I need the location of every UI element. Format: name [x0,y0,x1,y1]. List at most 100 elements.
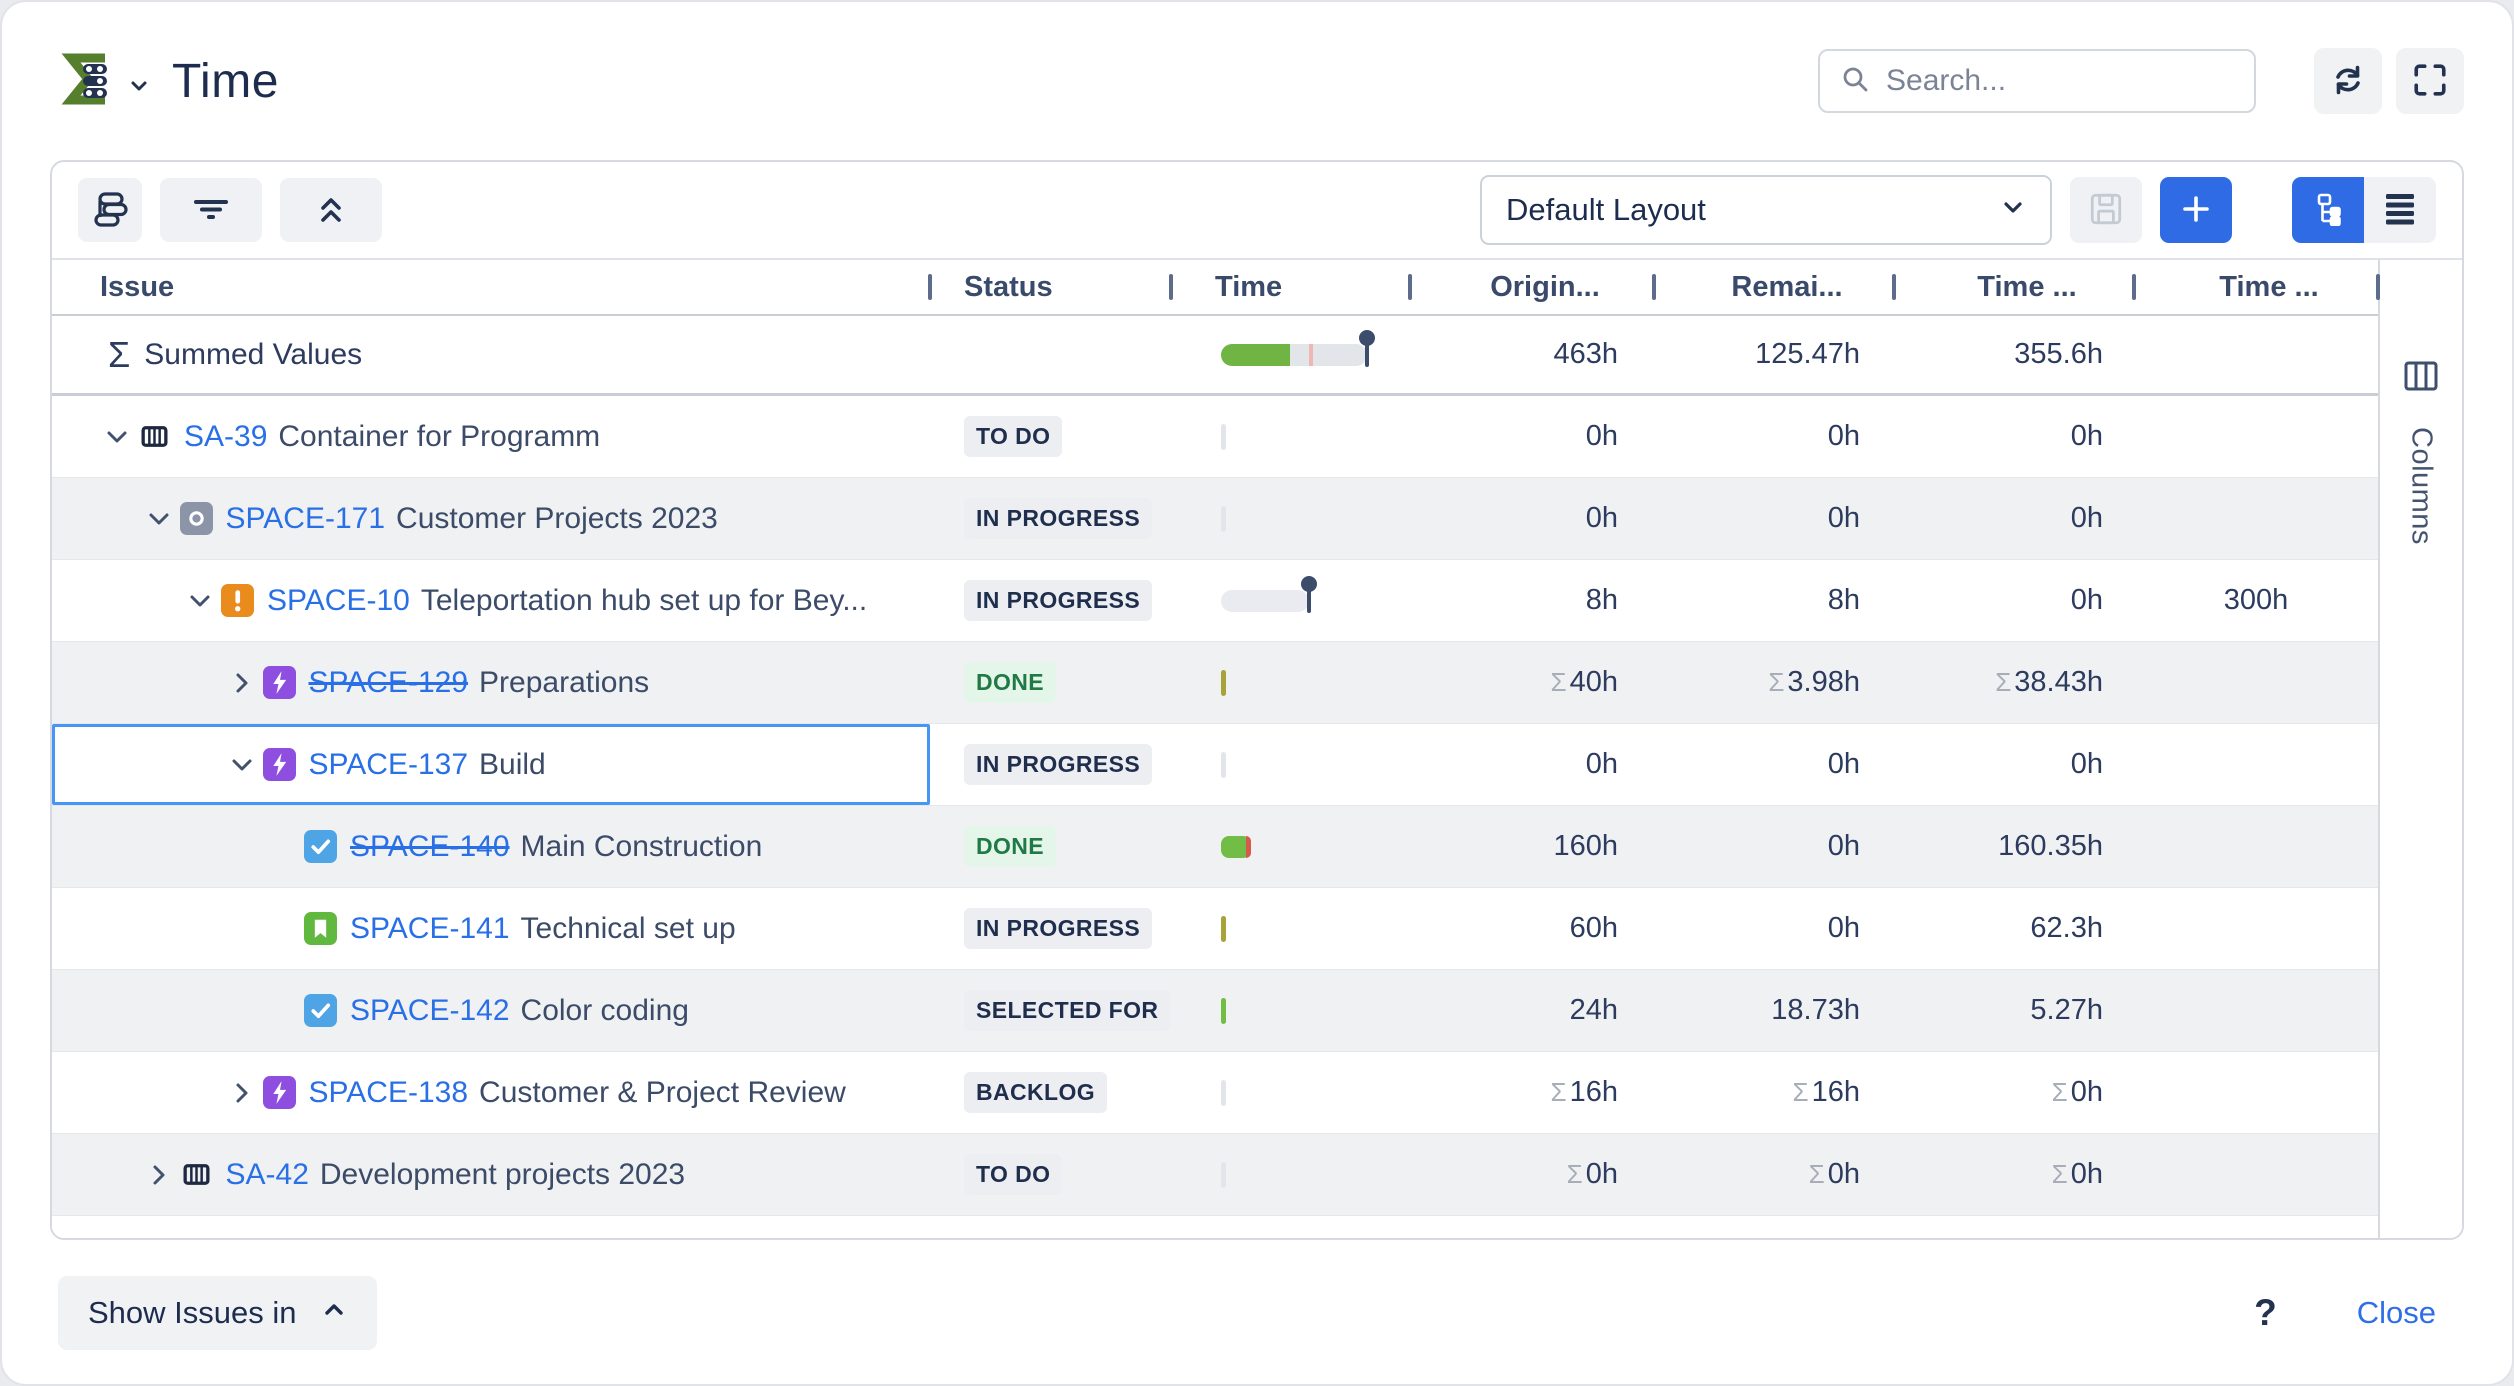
issue-summary: Container for Programm [278,420,600,454]
filter-button[interactable] [160,178,262,242]
issue-summary: Technical set up [521,912,736,946]
issue-row-space-10[interactable]: SPACE-10 Teleportation hub set up for Bey… [52,560,2378,642]
column-header-remaining-estimate: Remai... [1731,271,1842,304]
issue-row-space-140[interactable]: SPACE-140Main ConstructionDONE160h0h160.… [52,806,2378,888]
column-resize-handle[interactable] [2376,274,2380,300]
issue-key-link[interactable]: SPACE-138 [309,1076,469,1110]
time-extra-value [2134,642,2378,723]
issue-summary: Build [479,748,546,782]
filter-icon [191,189,231,232]
empty-strip [52,1216,2378,1238]
brand[interactable]: Time [58,49,279,114]
issue-key-link[interactable]: SPACE-141 [350,912,510,946]
issue-key-link[interactable]: SPACE-137 [309,748,469,782]
column-header-time: Time [1215,271,1282,304]
search-input[interactable] [1886,64,2234,98]
status-badge: IN PROGRESS [964,580,1152,621]
issue-cell: SPACE-171Customer Projects 2023 [52,478,930,559]
show-issues-in-button[interactable]: Show Issues in [58,1276,377,1350]
issue-row-space-138[interactable]: SPACE-138Customer & Project ReviewBACKLO… [52,1052,2378,1134]
issue-key-link[interactable]: SPACE-129 [309,666,469,700]
time-extra-value [2134,970,2378,1051]
column-header-issue: Issue [100,271,174,304]
chevron-down-icon[interactable] [229,752,263,778]
columns-panel-toggle[interactable]: Columns [2378,260,2462,1238]
issue-summary: Teleportation hub set up for Bey... [421,584,867,618]
search-box[interactable] [1818,49,2256,113]
remaining-estimate-value: 0h [1654,806,1894,887]
time-bar-cell [1171,560,1410,641]
issue-cell: SPACE-138Customer & Project Review [52,1052,930,1133]
issue-key-link[interactable]: SPACE-142 [350,994,510,1028]
sum-sigma-prefix: Σ [1551,1077,1567,1108]
chevron-right-icon[interactable] [146,1162,180,1188]
issue-row-space-142[interactable]: SPACE-142Color codingSELECTED FOR24h18.7… [52,970,2378,1052]
add-item-button[interactable] [2160,177,2232,243]
original-estimate-value: 0h [1410,478,1654,559]
issue-cell: SA-39 Container for Programm [52,396,930,477]
logo-chevron-down-icon[interactable] [128,75,150,102]
time-extra-value [2134,1052,2378,1133]
time-spent-value: 0h [1894,724,2134,805]
chevron-down-icon[interactable] [146,506,180,532]
original-estimate-value: 60h [1410,888,1654,969]
remaining-estimate-value: 0h [1654,478,1894,559]
issue-cell: SPACE-10 Teleportation hub set up for Bey… [52,560,930,641]
column-header-original-estimate: Origin... [1490,271,1600,304]
issue-key-link[interactable]: SPACE-140 [350,830,510,864]
layout-selector[interactable]: Default Layout [1480,175,2052,245]
issue-key-link[interactable]: SPACE-171 [226,502,386,536]
time-spent-value: 62.3h [1894,888,2134,969]
issue-key-link[interactable]: SPACE-10 [267,584,410,618]
issue-row-space-129[interactable]: SPACE-129PreparationsDONEΣ40hΣ3.98hΣ38.4… [52,642,2378,724]
status-cell: TO DO [930,396,1171,477]
chevron-down-icon[interactable] [104,424,138,450]
issue-row-sa-39[interactable]: SA-39Container for ProgrammTO DO0h0h0h [52,396,2378,478]
chevron-right-icon[interactable] [229,670,263,696]
flat-list-view-button[interactable] [2364,177,2436,243]
status-cell: IN PROGRESS [930,888,1171,969]
issue-row-sa-42[interactable]: SA-42Development projects 2023TO DOΣ0hΣ0… [52,1134,2378,1216]
time-bar-cell [1171,724,1410,805]
issue-key-link[interactable]: SA-42 [226,1158,309,1192]
close-button[interactable]: Close [2357,1295,2436,1331]
time-bar-cell [1171,642,1410,723]
issue-cell: SA-42Development projects 2023 [52,1134,930,1215]
epic-issue-type-icon [263,1076,296,1109]
collapse-all-button[interactable] [280,178,382,242]
original-estimate-value: Σ0h [1410,1134,1654,1215]
issue-rows: SA-39Container for ProgrammTO DO0h0h0hSP… [52,396,2378,1216]
issue-summary: Preparations [479,666,649,700]
time-progress-bar [1221,344,1367,366]
column-header-time-spent: Time ... [1977,271,2076,304]
epic-issue-type-icon [263,666,296,699]
help-button[interactable]: ? [2254,1292,2277,1334]
tree-view-button[interactable] [2292,177,2364,243]
container-issue-type-icon [138,420,171,453]
issue-key-link[interactable]: SA-39 [184,420,267,454]
time-tracking-window: Time [0,0,2514,1386]
time-extra-value [2134,1134,2378,1215]
issue-row-space-171[interactable]: SPACE-171Customer Projects 2023IN PROGRE… [52,478,2378,560]
fullscreen-button[interactable] [2396,48,2464,114]
sum-sigma-prefix: Σ [1995,667,2011,698]
issue-row-space-137[interactable]: SPACE-137BuildIN PROGRESS0h0h0h [52,724,2378,806]
sum-sigma-prefix: Σ [2052,1159,2068,1190]
save-layout-button[interactable] [2070,177,2142,243]
refresh-button[interactable] [2314,48,2382,114]
task-issue-type-icon [304,994,337,1027]
issue-summary: Color coding [521,994,689,1028]
remaining-estimate-value: 18.73h [1654,970,1894,1051]
time-extra-value [2134,478,2378,559]
chevron-right-icon[interactable] [229,1080,263,1106]
refresh-icon [2329,61,2367,102]
time-spent-value: Σ0h [1894,1134,2134,1215]
issue-row-space-141[interactable]: SPACE-141 Technical set up IN PROGRESS 60h0… [52,888,2378,970]
group-by-button[interactable] [78,178,142,242]
issue-cell: SPACE-137 Build [52,724,930,805]
remaining-estimate-value: 0h [1654,888,1894,969]
chevron-down-icon[interactable] [187,588,221,614]
group-rows-icon [89,188,131,233]
time-bar-cell [1171,396,1410,477]
show-issues-in-label: Show Issues in [88,1295,297,1331]
